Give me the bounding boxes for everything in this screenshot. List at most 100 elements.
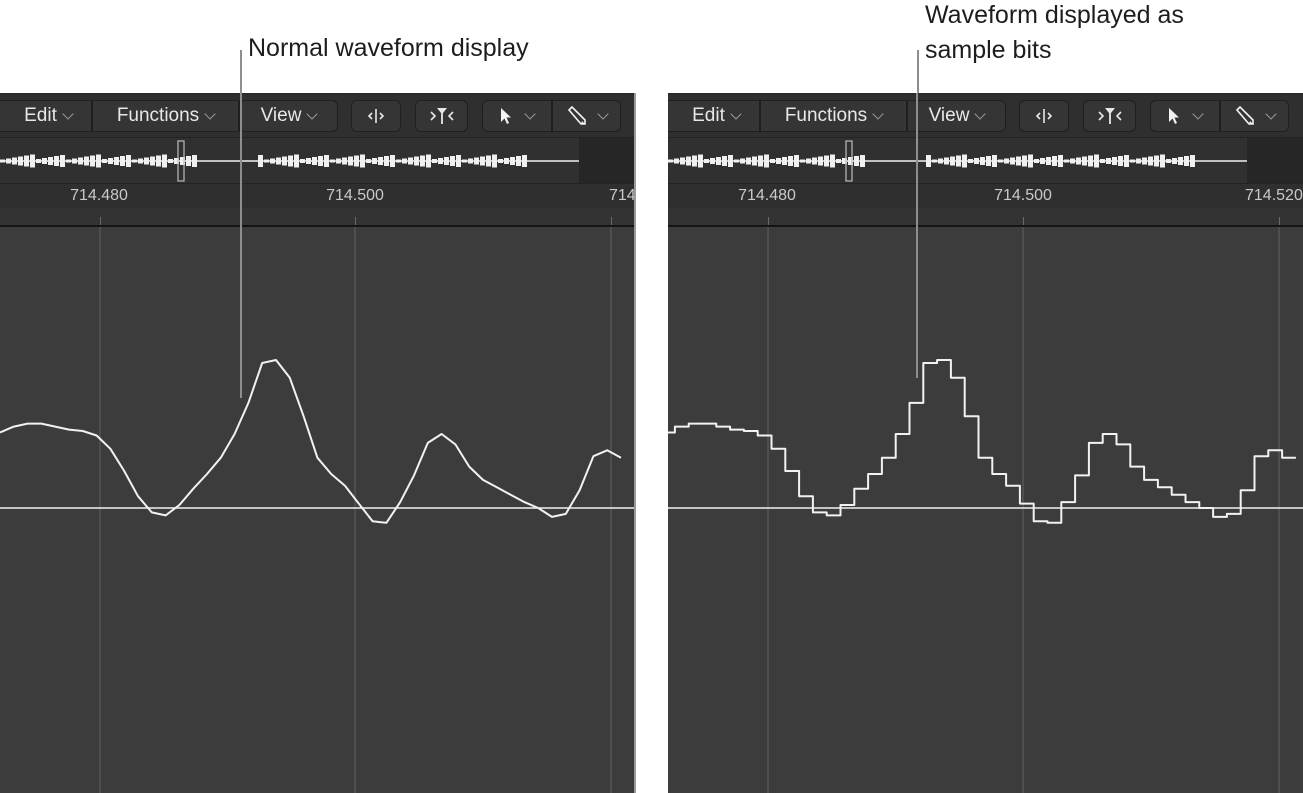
chevron-down-icon xyxy=(306,107,319,120)
ruler-label: 714.520 xyxy=(1245,187,1303,204)
overview-waveform-blip xyxy=(498,159,503,163)
overview-waveform-blip xyxy=(114,157,119,165)
waveform-display-sample-bits[interactable] xyxy=(668,227,1303,793)
ruler-label: 714.500 xyxy=(326,187,384,204)
overview-waveform-blip xyxy=(806,158,811,164)
overview-waveform xyxy=(668,140,1303,182)
overview-waveform-blip xyxy=(1016,156,1021,166)
zoom-to-fit-button[interactable] xyxy=(1083,100,1136,132)
overview-waveform-blip xyxy=(468,158,473,164)
waveform-display-normal[interactable] xyxy=(0,227,635,793)
overview-waveform-blip xyxy=(450,156,455,166)
overview-waveform-blip xyxy=(998,159,1003,163)
overview-waveform-blip xyxy=(1058,155,1063,167)
pointer-tool-button[interactable] xyxy=(482,100,552,132)
functions-menu-button[interactable]: Functions xyxy=(760,100,907,132)
overview-waveform-blip xyxy=(66,159,71,163)
overview-waveform-blip xyxy=(1046,157,1051,165)
overview-waveform-blip xyxy=(824,155,829,167)
overview-waveform-blip xyxy=(1178,157,1183,165)
view-menu-button[interactable]: View xyxy=(239,100,338,132)
overview-waveform-blip xyxy=(288,155,293,167)
overview-waveform-blip xyxy=(716,157,721,165)
overview-waveform-blip xyxy=(132,159,137,163)
overview-waveform-blip xyxy=(854,156,859,166)
audio-editor-panel-normal: Edit Functions View 714.480 714.500 714 xyxy=(0,93,635,793)
editor-toolbar: Edit Functions View xyxy=(668,95,1303,137)
overview-waveform-blip xyxy=(30,154,35,168)
overview-waveform-blip xyxy=(144,157,149,165)
ruler-tick xyxy=(1023,217,1024,225)
panel-right-edge xyxy=(634,93,636,793)
edit-menu-label: Edit xyxy=(692,105,725,126)
overview-waveform-blip xyxy=(126,155,131,167)
chevron-down-icon xyxy=(974,107,987,120)
overview-waveform-blip xyxy=(800,159,805,163)
overview-waveform-blip xyxy=(120,156,125,166)
edit-menu-label: Edit xyxy=(24,105,57,126)
catch-playhead-button[interactable] xyxy=(1019,100,1069,132)
zoom-to-fit-icon xyxy=(429,108,454,124)
overview-waveform-blip xyxy=(270,158,275,164)
time-ruler[interactable]: 714.480 714.500 714.520 xyxy=(0,183,635,209)
callout-normal-waveform: Normal waveform display xyxy=(248,34,529,62)
overview-waveform-blip xyxy=(510,157,515,165)
waveform-overview[interactable] xyxy=(0,137,635,184)
overview-waveform-blip xyxy=(24,155,29,167)
overview-waveform-blip xyxy=(1022,155,1027,167)
overview-waveform-blip xyxy=(300,159,305,163)
overview-waveform-blip xyxy=(156,155,161,167)
overview-waveform-blip xyxy=(282,156,287,166)
catch-playhead-button[interactable] xyxy=(351,100,401,132)
overview-waveform-blip xyxy=(962,154,967,168)
overview-waveform-blip xyxy=(986,156,991,166)
time-ruler[interactable]: 714.480 714.500 714.520 xyxy=(668,183,1303,209)
zoom-to-fit-button[interactable] xyxy=(415,100,468,132)
overview-waveform-blip xyxy=(968,159,973,163)
overview-waveform-blip xyxy=(1040,158,1045,164)
view-menu-button[interactable]: View xyxy=(907,100,1006,132)
pointer-tool-button[interactable] xyxy=(1150,100,1220,132)
edit-menu-button[interactable]: Edit xyxy=(0,100,92,132)
overview-waveform-blip xyxy=(264,159,269,163)
overview-waveform-blip xyxy=(980,157,985,165)
overview-waveform-blip xyxy=(860,155,865,167)
chevron-down-icon xyxy=(1192,107,1204,120)
panel-gap xyxy=(635,93,668,793)
waveform-overview[interactable] xyxy=(668,137,1303,184)
overview-waveform-blip xyxy=(1004,158,1009,164)
overview-waveform-blip xyxy=(680,157,685,165)
pencil-tool-button[interactable] xyxy=(552,100,621,132)
overview-waveform-blip xyxy=(992,155,997,167)
waveform-line xyxy=(0,359,622,524)
overview-waveform-blip xyxy=(1154,155,1159,167)
overview-waveform-blip xyxy=(746,157,751,165)
overview-waveform-blip xyxy=(138,158,143,164)
overview-waveform-blip xyxy=(354,155,359,167)
sub-ruler xyxy=(668,208,1303,227)
pointer-tool-icon xyxy=(1169,108,1179,124)
overview-waveform-blip xyxy=(432,159,437,163)
functions-menu-label: Functions xyxy=(116,105,200,126)
overview-waveform-blip xyxy=(938,158,943,164)
overview-waveform-blip xyxy=(812,157,817,165)
edit-menu-button[interactable]: Edit xyxy=(668,100,760,132)
overview-waveform-blip xyxy=(54,156,59,166)
overview-waveform-blip xyxy=(830,154,835,168)
waveform-sample-steps xyxy=(668,359,1296,524)
overview-waveform-blip xyxy=(932,159,937,163)
overview-waveform-blip xyxy=(60,155,65,167)
functions-menu-button[interactable]: Functions xyxy=(92,100,239,132)
pencil-tool-button[interactable] xyxy=(1220,100,1289,132)
overview-waveform-blip xyxy=(1142,157,1147,165)
callout-sample-bits-line1: Waveform displayed as xyxy=(925,1,1184,29)
overview-waveform-blip xyxy=(474,157,479,165)
chevron-down-icon xyxy=(62,107,74,120)
overview-waveform-blip xyxy=(1064,159,1069,163)
chevron-down-icon xyxy=(1265,107,1277,120)
editor-toolbar: Edit Functions View xyxy=(0,95,635,137)
overview-waveform-blip xyxy=(1010,157,1015,165)
overview-waveform-blip xyxy=(480,156,485,166)
overview-waveform-blip xyxy=(674,158,679,164)
chevron-down-icon xyxy=(597,107,609,120)
